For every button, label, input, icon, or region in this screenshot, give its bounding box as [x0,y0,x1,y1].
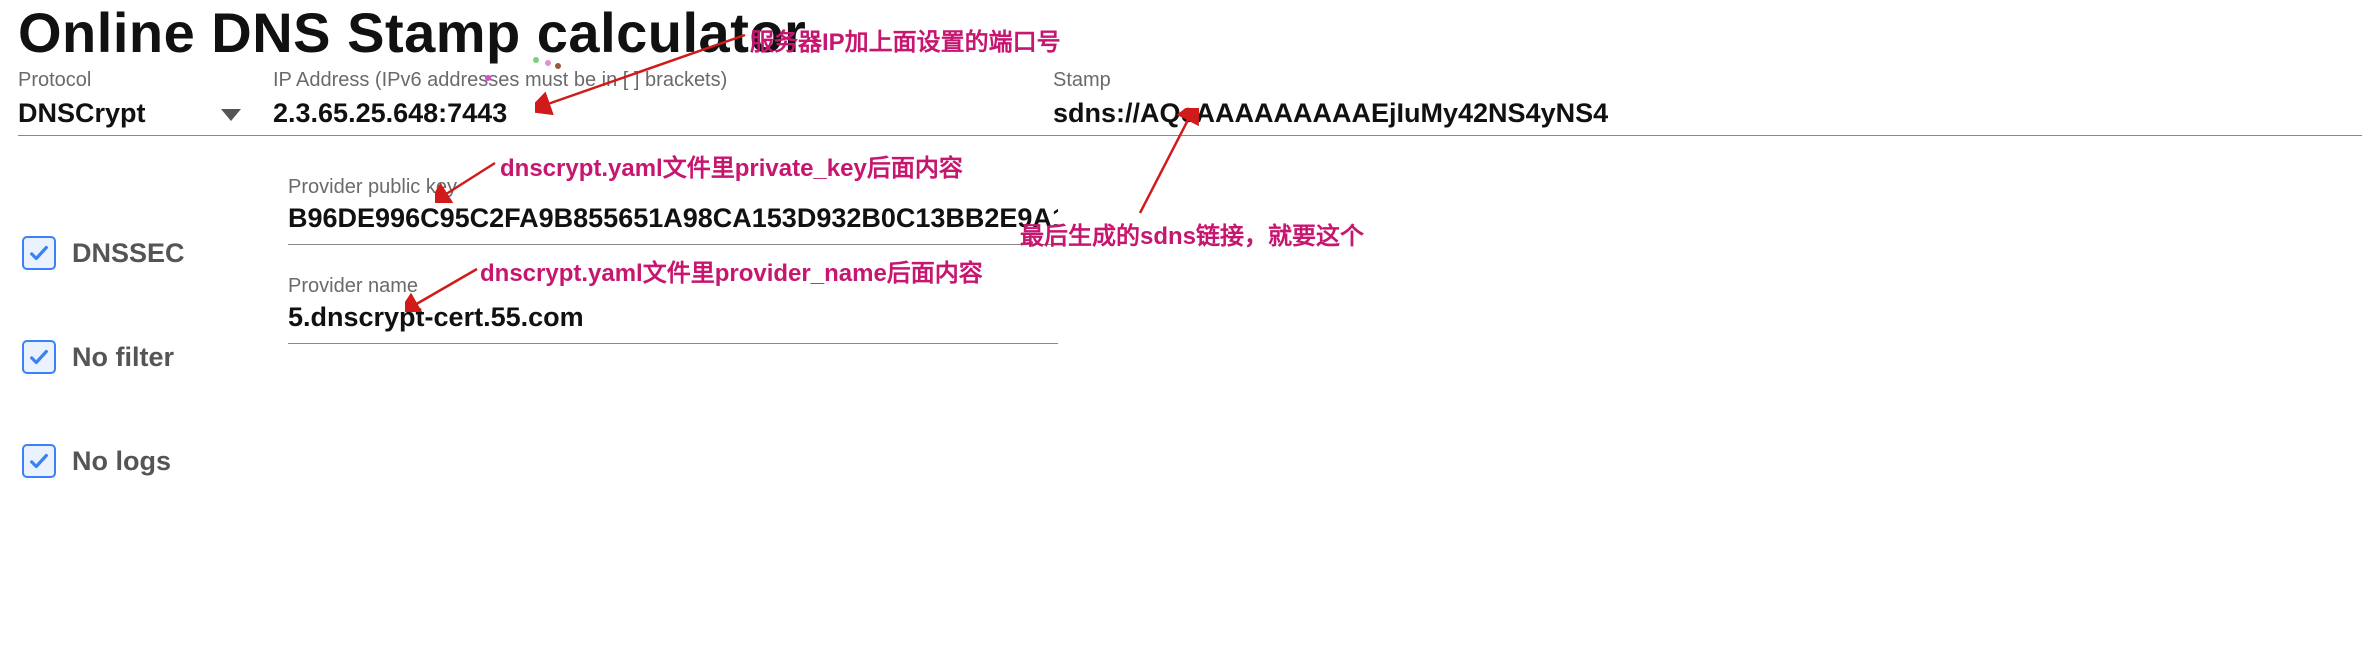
input-row: Protocol DNSCrypt IP Address (IPv6 addre… [18,69,2362,136]
provider-input[interactable] [288,298,1058,339]
stamp-label: Stamp [1053,69,2362,92]
page-title: Online DNS Stamp calculator [18,0,2362,65]
provider-label: Provider name [288,275,418,297]
protocol-value: DNSCrypt [18,94,213,135]
stamp-output[interactable] [1053,94,2362,135]
nologs-checkbox[interactable] [22,444,56,478]
dnssec-label: DNSSEC [72,238,185,269]
nofilter-checkbox[interactable] [22,340,56,374]
pubkey-label: Provider public key [288,176,457,198]
dropdown-caret-icon [221,109,241,121]
ip-label: IP Address (IPv6 addresses must be in [ … [273,69,1053,92]
nologs-checkbox-row[interactable]: No logs [22,444,288,478]
protocol-select[interactable]: DNSCrypt [18,94,273,135]
ip-input[interactable] [273,94,1053,135]
protocol-label: Protocol [18,69,273,92]
dnssec-checkbox-row[interactable]: DNSSEC [22,236,288,270]
nologs-label: No logs [72,446,171,477]
nofilter-label: No filter [72,342,174,373]
pubkey-input[interactable] [288,199,1058,240]
nofilter-checkbox-row[interactable]: No filter [22,340,288,374]
dnssec-checkbox[interactable] [22,236,56,270]
